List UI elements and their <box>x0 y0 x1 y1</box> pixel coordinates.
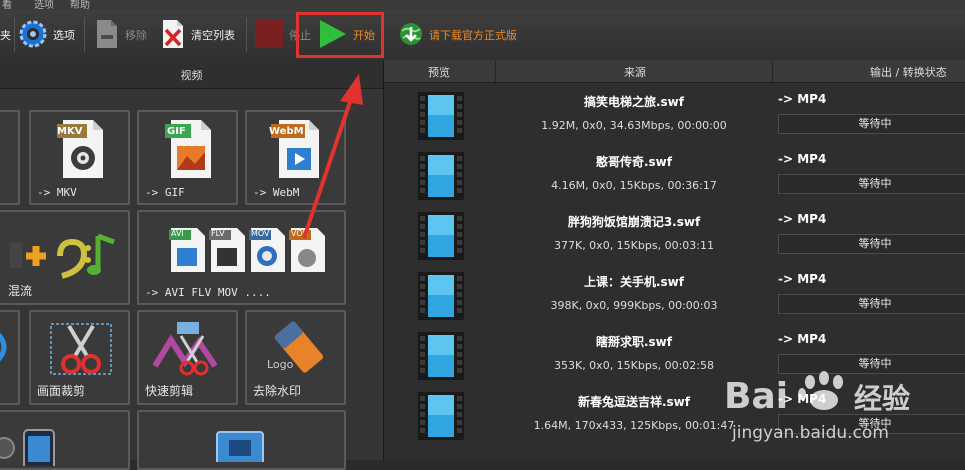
quick-cut-tile[interactable]: 快速剪辑 <box>137 310 238 405</box>
dvd-icon <box>216 431 264 462</box>
toolbar-separator <box>14 18 15 52</box>
toolbar: 夹 选项 移除 清空列表 停止 开始 请下载官方正式版 <box>0 10 965 61</box>
file-name: 瞎掰求职.swf <box>595 335 672 349</box>
flv-badge: FLV <box>211 229 225 238</box>
conversion-status: 等待中 <box>778 294 965 314</box>
left-panel: 视频 MKV -> MKV GIF -> GIF WebM -> WebM 混流… <box>0 60 383 470</box>
column-output-status[interactable]: 输出 / 转换状态 <box>870 64 947 80</box>
mux-tile[interactable]: 混流 <box>0 210 130 305</box>
column-divider <box>495 60 496 82</box>
clear-list-label: 清空列表 <box>191 29 235 42</box>
stop-icon <box>254 19 284 52</box>
output-format[interactable]: -> MP4 <box>778 92 826 106</box>
options-label: 选项 <box>53 29 75 42</box>
video-file-icon <box>418 272 464 320</box>
toolbar-separator <box>246 18 247 52</box>
options-button[interactable]: 选项 <box>18 10 75 60</box>
start-button-highlight <box>296 12 384 58</box>
mux-tile-label: 混流 <box>8 284 33 298</box>
file-info: 377K, 0x0, 15Kbps, 00:03:11 <box>553 239 714 252</box>
convert-to-mkv-tile[interactable]: MKV -> MKV <box>29 110 130 205</box>
video-file-icon <box>418 152 464 200</box>
mux-icon <box>10 233 115 279</box>
file-row[interactable]: 上课：关手机.swf 398K, 0x0, 999Kbps, 00:00:03 ->… <box>384 266 965 326</box>
crop-scissors-icon <box>50 323 112 375</box>
dvd-tile[interactable] <box>137 410 346 470</box>
conversion-status: 等待中 <box>778 114 965 134</box>
video-file-icon <box>418 92 464 140</box>
tool-tile-partial[interactable] <box>0 310 20 405</box>
column-source[interactable]: 来源 <box>624 64 646 80</box>
conversion-status: 等待中 <box>778 234 965 254</box>
download-official-link[interactable]: 请下载官方正式版 <box>398 10 517 60</box>
gif-badge: GIF <box>167 126 186 137</box>
video-file-icon <box>418 332 464 380</box>
gif-tile-label: -> GIF <box>145 186 185 199</box>
convert-to-avi-flv-mov-tile[interactable]: AVI FLV MOV VOB -> AVI FLV MOV .... <box>137 210 346 305</box>
video-category-title: 视频 <box>180 69 203 82</box>
avi-flv-mov-tile-label: -> AVI FLV MOV .... <box>145 286 271 299</box>
column-divider <box>772 60 773 82</box>
folder-button[interactable]: 夹 <box>0 10 11 60</box>
remove-file-icon <box>94 18 120 53</box>
output-format[interactable]: -> MP4 <box>778 332 826 346</box>
mkv-tile-label: -> MKV <box>37 186 77 199</box>
convert-tile-partial[interactable] <box>0 110 20 205</box>
remove-watermark-tile[interactable]: Logo 去除水印 <box>245 310 346 405</box>
device-tile[interactable] <box>0 410 130 470</box>
menu-bar: 看 选项 帮助 <box>0 0 965 11</box>
crop-tile-label: 画面裁剪 <box>37 384 86 398</box>
output-format[interactable]: -> MP4 <box>778 152 826 166</box>
left-panel-header: 视频 <box>0 60 383 89</box>
file-info: 4.16M, 0x0, 15Kbps, 00:36:17 <box>551 179 717 192</box>
file-row[interactable]: 搞笑电梯之旅.swf 1.92M, 0x0, 34.63Mbps, 00:00:0… <box>384 86 965 146</box>
convert-to-gif-tile[interactable]: GIF -> GIF <box>137 110 238 205</box>
vob-badge: VOB <box>291 229 309 238</box>
remove-button[interactable]: 移除 <box>94 10 147 60</box>
partial-tool-icon <box>0 332 7 362</box>
file-name: 胖狗狗饭馆崩溃记3.swf <box>567 215 701 229</box>
file-info: 398K, 0x0, 999Kbps, 00:00:03 <box>550 299 718 312</box>
globe-download-icon <box>398 21 424 50</box>
crop-tile[interactable]: 画面裁剪 <box>29 310 130 405</box>
gear-icon <box>18 19 48 52</box>
svg-text:经验: 经验 <box>854 382 910 415</box>
remove-label: 移除 <box>125 29 147 42</box>
download-label: 请下载官方正式版 <box>429 29 517 42</box>
convert-to-webm-tile[interactable]: WebM -> WebM <box>245 110 346 205</box>
quick-cut-tile-label: 快速剪辑 <box>145 384 194 398</box>
folder-label: 夹 <box>0 29 11 42</box>
remove-watermark-tile-label: 去除水印 <box>253 384 302 398</box>
device-icon <box>0 429 55 466</box>
file-list-header: 预览 来源 输出 / 转换状态 <box>384 60 965 83</box>
file-name: 上课：关手机.swf <box>583 275 684 289</box>
file-name: 憨哥传奇.swf <box>595 155 672 169</box>
logo-text: Logo <box>267 358 294 371</box>
file-row[interactable]: 憨哥传奇.swf 4.16M, 0x0, 15Kbps, 00:36:17 -> M… <box>384 146 965 206</box>
mkv-badge: MKV <box>57 126 83 137</box>
svg-text:jingyan.baidu.com: jingyan.baidu.com <box>731 423 889 443</box>
clear-list-button[interactable]: 清空列表 <box>160 10 235 60</box>
output-format[interactable]: -> MP4 <box>778 272 826 286</box>
output-format[interactable]: -> MP4 <box>778 212 826 226</box>
quick-cut-icon <box>153 322 218 376</box>
webm-tile-label: -> WebM <box>253 186 300 199</box>
file-row[interactable]: 胖狗狗饭馆崩溃记3.swf 377K, 0x0, 15Kbps, 00:03:11… <box>384 206 965 266</box>
video-file-icon <box>418 212 464 260</box>
video-file-icon <box>418 392 464 440</box>
svg-text:Bai: Bai <box>724 376 788 417</box>
baidu-jingyan-watermark: Bai 经验 jingyan.baidu.com <box>724 371 910 443</box>
toolbar-separator <box>84 18 85 52</box>
file-name: 搞笑电梯之旅.swf <box>583 95 684 109</box>
clear-list-icon <box>160 18 186 53</box>
conversion-status: 等待中 <box>778 174 965 194</box>
file-info: 1.92M, 0x0, 34.63Mbps, 00:00:00 <box>541 119 727 132</box>
column-preview[interactable]: 预览 <box>428 64 450 80</box>
avi-badge: AVI <box>171 229 184 238</box>
webm-badge: WebM <box>269 126 304 137</box>
mov-badge: MOV <box>251 229 270 238</box>
